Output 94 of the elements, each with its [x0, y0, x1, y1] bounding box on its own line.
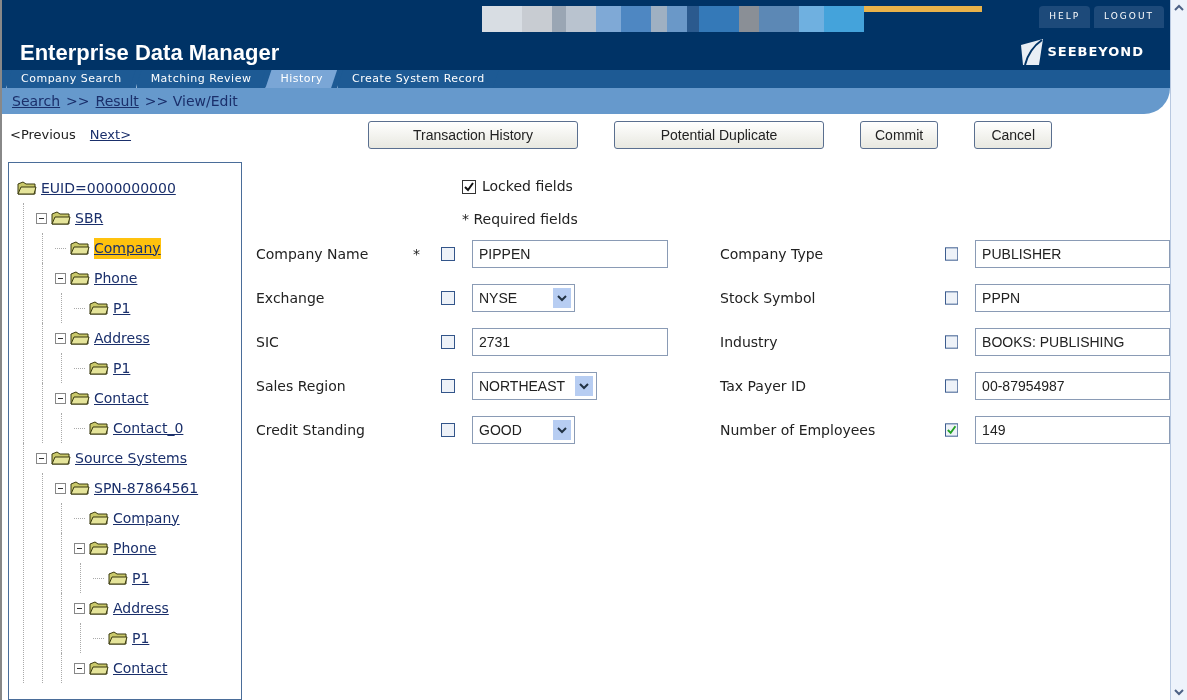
- field-label: Company Type: [720, 244, 825, 264]
- folder-icon: [89, 421, 109, 435]
- tree-item[interactable]: EUID=0000000000: [41, 177, 176, 199]
- folder-icon: [51, 451, 71, 465]
- tree-item[interactable]: SPN-87864561: [94, 477, 199, 499]
- folder-icon: [70, 241, 90, 255]
- folder-icon: [70, 391, 90, 405]
- field-label: Tax Payer ID: [720, 376, 807, 396]
- folder-icon: [89, 541, 109, 555]
- folder-icon: [70, 331, 90, 345]
- folder-icon: [17, 181, 37, 195]
- input-field[interactable]: PIPPEN: [472, 240, 668, 268]
- checkbox[interactable]: [944, 291, 959, 305]
- dropdown[interactable]: NYSE: [472, 284, 575, 312]
- field-label: Number of Employees: [720, 420, 877, 440]
- tree-item[interactable]: Phone: [113, 537, 157, 559]
- checkbox[interactable]: [944, 335, 959, 349]
- breadcrumb-text: >>: [66, 91, 90, 111]
- checkbox[interactable]: [944, 247, 959, 261]
- input-field[interactable]: 2731: [472, 328, 668, 356]
- action-button[interactable]: Cancel: [974, 121, 1053, 149]
- folder-icon: [51, 211, 71, 225]
- collapse-icon[interactable]: [74, 602, 85, 614]
- tree-item[interactable]: P1: [113, 297, 131, 319]
- action-button[interactable]: Potential Duplicate: [614, 121, 824, 149]
- checkbox[interactable]: [944, 423, 959, 437]
- folder-icon: [108, 571, 128, 585]
- collapse-icon[interactable]: [74, 662, 85, 674]
- collapse-icon[interactable]: [36, 212, 47, 224]
- field-label: Company Name: [256, 244, 370, 264]
- folder-icon: [89, 511, 109, 525]
- dropdown[interactable]: NORTHEAST: [472, 372, 598, 400]
- checkbox[interactable]: [441, 379, 455, 393]
- checkbox[interactable]: [441, 423, 455, 437]
- chevron-down-icon: [553, 420, 571, 440]
- tree-item[interactable]: Company: [113, 507, 180, 529]
- action-button[interactable]: Transaction History: [368, 121, 578, 149]
- required-mark: *: [413, 244, 421, 264]
- legend-text: * Required fields: [462, 210, 579, 229]
- checkbox[interactable]: [441, 291, 455, 305]
- logo-text: SEEBEYOND: [1047, 43, 1144, 62]
- folder-icon: [70, 271, 90, 285]
- breadcrumb-text: >> View/Edit: [144, 91, 238, 111]
- field-label: SIC: [256, 332, 280, 352]
- collapse-icon[interactable]: [55, 482, 66, 494]
- collapse-icon[interactable]: [36, 452, 47, 464]
- tree-item[interactable]: Contact: [94, 387, 149, 409]
- folder-icon: [89, 361, 109, 375]
- tree-item[interactable]: P1: [132, 627, 150, 649]
- collapse-icon[interactable]: [55, 332, 66, 344]
- tree-item[interactable]: Source Systems: [75, 447, 188, 469]
- chevron-down-icon: [575, 376, 594, 396]
- action-button[interactable]: Commit: [860, 121, 939, 149]
- tree-item[interactable]: Company: [94, 237, 161, 259]
- field-label: Exchange: [256, 288, 326, 308]
- tree-item[interactable]: P1: [113, 357, 131, 379]
- field-label: Stock Symbol: [720, 288, 817, 308]
- legend-text: Locked fields: [482, 177, 573, 196]
- folder-icon: [89, 661, 109, 675]
- breadcrumb-link[interactable]: Result: [95, 90, 139, 112]
- dropdown[interactable]: GOOD: [472, 416, 575, 444]
- field-label: Industry: [720, 332, 779, 352]
- tree-item[interactable]: Address: [94, 327, 150, 349]
- input-field[interactable]: PPPN: [975, 284, 1170, 312]
- field-label: Credit Standing: [256, 420, 366, 440]
- breadcrumb-link[interactable]: Search: [12, 90, 61, 112]
- header-link[interactable]: HELP: [1039, 6, 1091, 28]
- checkbox[interactable]: [441, 247, 455, 261]
- chevron-down-icon: [553, 288, 571, 308]
- tree-item[interactable]: P1: [132, 567, 150, 589]
- input-field[interactable]: BOOKS: PUBLISHING: [975, 328, 1170, 356]
- tree-item[interactable]: Phone: [94, 267, 138, 289]
- slash-logo-icon: [1019, 37, 1044, 67]
- tree-item[interactable]: SBR: [75, 207, 104, 229]
- folder-icon: [108, 631, 128, 645]
- collapse-icon[interactable]: [55, 392, 66, 404]
- app-title: Enterprise Data Manager: [20, 38, 280, 67]
- tree-item[interactable]: Contact: [113, 657, 168, 679]
- tree-item[interactable]: Address: [113, 597, 169, 619]
- input-field[interactable]: PUBLISHER: [975, 240, 1170, 268]
- tree-item[interactable]: Contact_0: [113, 417, 184, 439]
- input-field[interactable]: 149: [975, 416, 1170, 444]
- folder-icon: [89, 601, 109, 615]
- folder-icon: [89, 301, 109, 315]
- collapse-icon[interactable]: [55, 272, 66, 284]
- input-field[interactable]: 00-87954987: [975, 372, 1170, 400]
- checkbox[interactable]: [441, 335, 455, 349]
- header-link[interactable]: LOGOUT: [1094, 6, 1164, 28]
- checkbox[interactable]: [462, 179, 476, 194]
- collapse-icon[interactable]: [74, 542, 85, 554]
- folder-icon: [70, 481, 90, 495]
- next-link[interactable]: Next>: [89, 125, 132, 145]
- field-label: Sales Region: [256, 376, 347, 396]
- checkbox[interactable]: [944, 379, 959, 393]
